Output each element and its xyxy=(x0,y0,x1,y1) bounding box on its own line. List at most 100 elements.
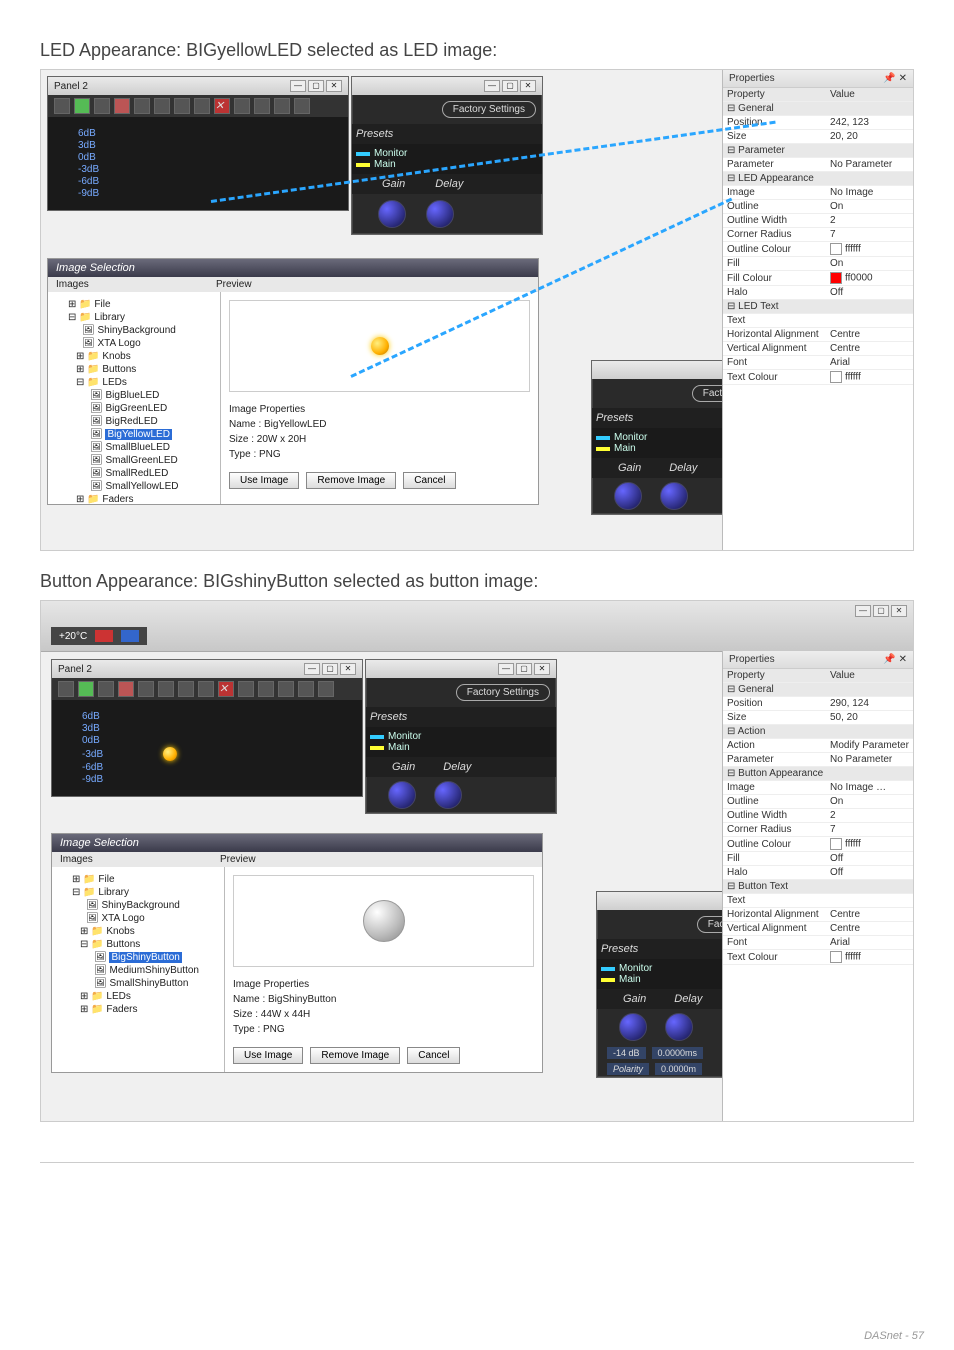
prop-row[interactable]: Horizontal AlignmentCentre xyxy=(723,328,913,342)
tree-selected-item[interactable]: 🖼 BigShinyButton xyxy=(58,951,218,964)
preset-monitor[interactable]: Monitor xyxy=(614,432,647,443)
gain-knob[interactable] xyxy=(388,781,416,809)
prop-row[interactable]: OutlineOn xyxy=(723,795,913,809)
prop-row[interactable]: Position290, 124 xyxy=(723,697,913,711)
prop-row[interactable]: Position242, 123 xyxy=(723,116,913,130)
factory-settings-button[interactable]: Factory Settings xyxy=(456,684,550,701)
preview-col-header: Preview xyxy=(220,854,256,865)
tree-selected-item[interactable]: 🖼 BigYellowLED xyxy=(54,428,214,441)
images-col-header: Images xyxy=(60,854,220,865)
delay-knob[interactable] xyxy=(665,1013,693,1041)
preset-main[interactable]: Main xyxy=(614,443,636,454)
image-preview xyxy=(233,875,534,967)
cancel-button[interactable]: Cancel xyxy=(403,472,456,489)
prop-row[interactable]: Text xyxy=(723,894,913,908)
prop-row[interactable]: Fill Colourff0000 xyxy=(723,271,913,286)
prop-row[interactable]: Outline Colourffffff xyxy=(723,837,913,852)
use-image-button[interactable]: Use Image xyxy=(229,472,299,489)
pin-icon[interactable]: 📌 ✕ xyxy=(883,73,907,84)
prop-row[interactable]: ImageNo Image xyxy=(723,186,913,200)
image-prop-name: Name : BigShinyButton xyxy=(233,992,534,1007)
window-buttons[interactable]: —▢✕ xyxy=(304,663,356,675)
image-tree[interactable]: ⊞ 📁 File ⊟ 📁 Library 🖼 ShinyBackground 🖼… xyxy=(54,298,214,504)
properties-title: Properties xyxy=(729,73,775,84)
remove-image-button[interactable]: Remove Image xyxy=(310,1047,400,1064)
preset-monitor[interactable]: Monitor xyxy=(388,731,421,742)
prop-row[interactable]: Outline Width2 xyxy=(723,214,913,228)
image-properties-label: Image Properties xyxy=(233,977,534,992)
prop-row[interactable]: Corner Radius7 xyxy=(723,228,913,242)
gain-value: -14 dB xyxy=(607,1047,646,1059)
prop-row[interactable]: ParameterNo Parameter xyxy=(723,753,913,767)
prop-row[interactable]: Size50, 20 xyxy=(723,711,913,725)
prop-row[interactable]: Vertical AlignmentCentre xyxy=(723,342,913,356)
use-image-button[interactable]: Use Image xyxy=(233,1047,303,1064)
toolbar[interactable]: ✕ xyxy=(48,95,348,117)
prop-row[interactable]: ActionModify Parameter xyxy=(723,739,913,753)
image-tree[interactable]: ⊞ 📁 File ⊟ 📁 Library 🖼 ShinyBackground 🖼… xyxy=(58,873,218,1016)
delay-knob[interactable] xyxy=(434,781,462,809)
prop-row[interactable]: Outline Width2 xyxy=(723,809,913,823)
browse-button[interactable]: … xyxy=(876,782,886,793)
prop-row[interactable]: Text Colourffffff xyxy=(723,370,913,385)
preset-main[interactable]: Main xyxy=(619,974,641,985)
prop-row[interactable]: Text xyxy=(723,314,913,328)
prop-row[interactable]: HaloOff xyxy=(723,866,913,880)
delay-label: Delay xyxy=(435,178,463,190)
window-buttons[interactable]: —▢✕ xyxy=(498,663,550,675)
prop-row[interactable]: HaloOff xyxy=(723,286,913,300)
prop-row[interactable]: Text Colourffffff xyxy=(723,950,913,965)
delay-knob[interactable] xyxy=(660,482,688,510)
prop-row[interactable]: FillOff xyxy=(723,852,913,866)
preset-main[interactable]: Main xyxy=(374,159,396,170)
delay-label: Delay xyxy=(674,993,702,1005)
image-properties-label: Image Properties xyxy=(229,402,530,417)
image-selection-panel: Image Selection Images Preview ⊞ 📁 File … xyxy=(51,833,543,1073)
delay-knob[interactable] xyxy=(426,200,454,228)
toolbar[interactable]: ✕ xyxy=(52,678,362,700)
screenshot-button: —▢✕ +20°C Panel 2 —▢✕ ✕ 6dB3dB0dB -3dB -… xyxy=(40,600,914,1122)
panel-title: Panel 2 xyxy=(58,664,92,675)
window-buttons[interactable]: —▢✕ xyxy=(290,80,342,92)
prop-row[interactable]: ParameterNo Parameter xyxy=(723,158,913,172)
preset-monitor[interactable]: Monitor xyxy=(619,963,652,974)
prop-row[interactable]: Vertical AlignmentCentre xyxy=(723,922,913,936)
prop-row[interactable]: Outline Colourffffff xyxy=(723,242,913,257)
window-buttons[interactable]: —▢✕ xyxy=(484,80,536,92)
preview-window: —▢✕ Factory Settings Presets Monitor Mai… xyxy=(365,659,557,814)
panel-window: Panel 2 —▢✕ ✕ 6dB3dB0dB -3dB -6dB-9dB xyxy=(51,659,363,797)
prop-row[interactable]: FillOn xyxy=(723,257,913,271)
temperature-readout: +20°C xyxy=(59,631,87,642)
image-selection-title: Image Selection xyxy=(52,834,542,852)
prop-row[interactable]: FontArial xyxy=(723,356,913,370)
window-buttons[interactable]: —▢✕ xyxy=(855,605,907,617)
gain-knob[interactable] xyxy=(378,200,406,228)
delay-label: Delay xyxy=(443,761,471,773)
gain-knob[interactable] xyxy=(614,482,642,510)
image-selection-panel: Image Selection Images Preview ⊞ 📁 File … xyxy=(47,258,539,505)
preset-main[interactable]: Main xyxy=(388,742,410,753)
led-icon xyxy=(163,747,177,761)
image-prop-type: Type : PNG xyxy=(233,1022,534,1037)
prop-row[interactable]: Horizontal AlignmentCentre xyxy=(723,908,913,922)
flag-icon[interactable] xyxy=(95,630,113,642)
image-prop-type: Type : PNG xyxy=(229,447,530,462)
preset-monitor[interactable]: Monitor xyxy=(374,148,407,159)
pin-icon[interactable]: 📌 ✕ xyxy=(883,654,907,665)
polarity-label[interactable]: Polarity xyxy=(607,1063,649,1075)
cancel-button[interactable]: Cancel xyxy=(407,1047,460,1064)
prop-row[interactable]: OutlineOn xyxy=(723,200,913,214)
preview-col-header: Preview xyxy=(216,279,252,290)
prop-row[interactable]: Size20, 20 xyxy=(723,130,913,144)
factory-settings-button[interactable]: Factory Settings xyxy=(442,101,536,118)
prop-row[interactable]: ImageNo Image … xyxy=(723,781,913,795)
screenshot-led: Panel 2 —▢✕ ✕ 6dB3dB0dB -3dB-6dB-9dB —▢✕… xyxy=(40,69,914,551)
gain-knob[interactable] xyxy=(619,1013,647,1041)
prop-row[interactable]: Corner Radius7 xyxy=(723,823,913,837)
prop-row[interactable]: FontArial xyxy=(723,936,913,950)
preview-window: —▢✕ Factory Settings Presets Monitor Mai… xyxy=(351,76,543,235)
db-scale: 6dB3dB0dB -3dB -6dB-9dB xyxy=(52,700,362,796)
flag-icon[interactable] xyxy=(121,630,139,642)
remove-image-button[interactable]: Remove Image xyxy=(306,472,396,489)
gain-label: Gain xyxy=(623,993,646,1005)
